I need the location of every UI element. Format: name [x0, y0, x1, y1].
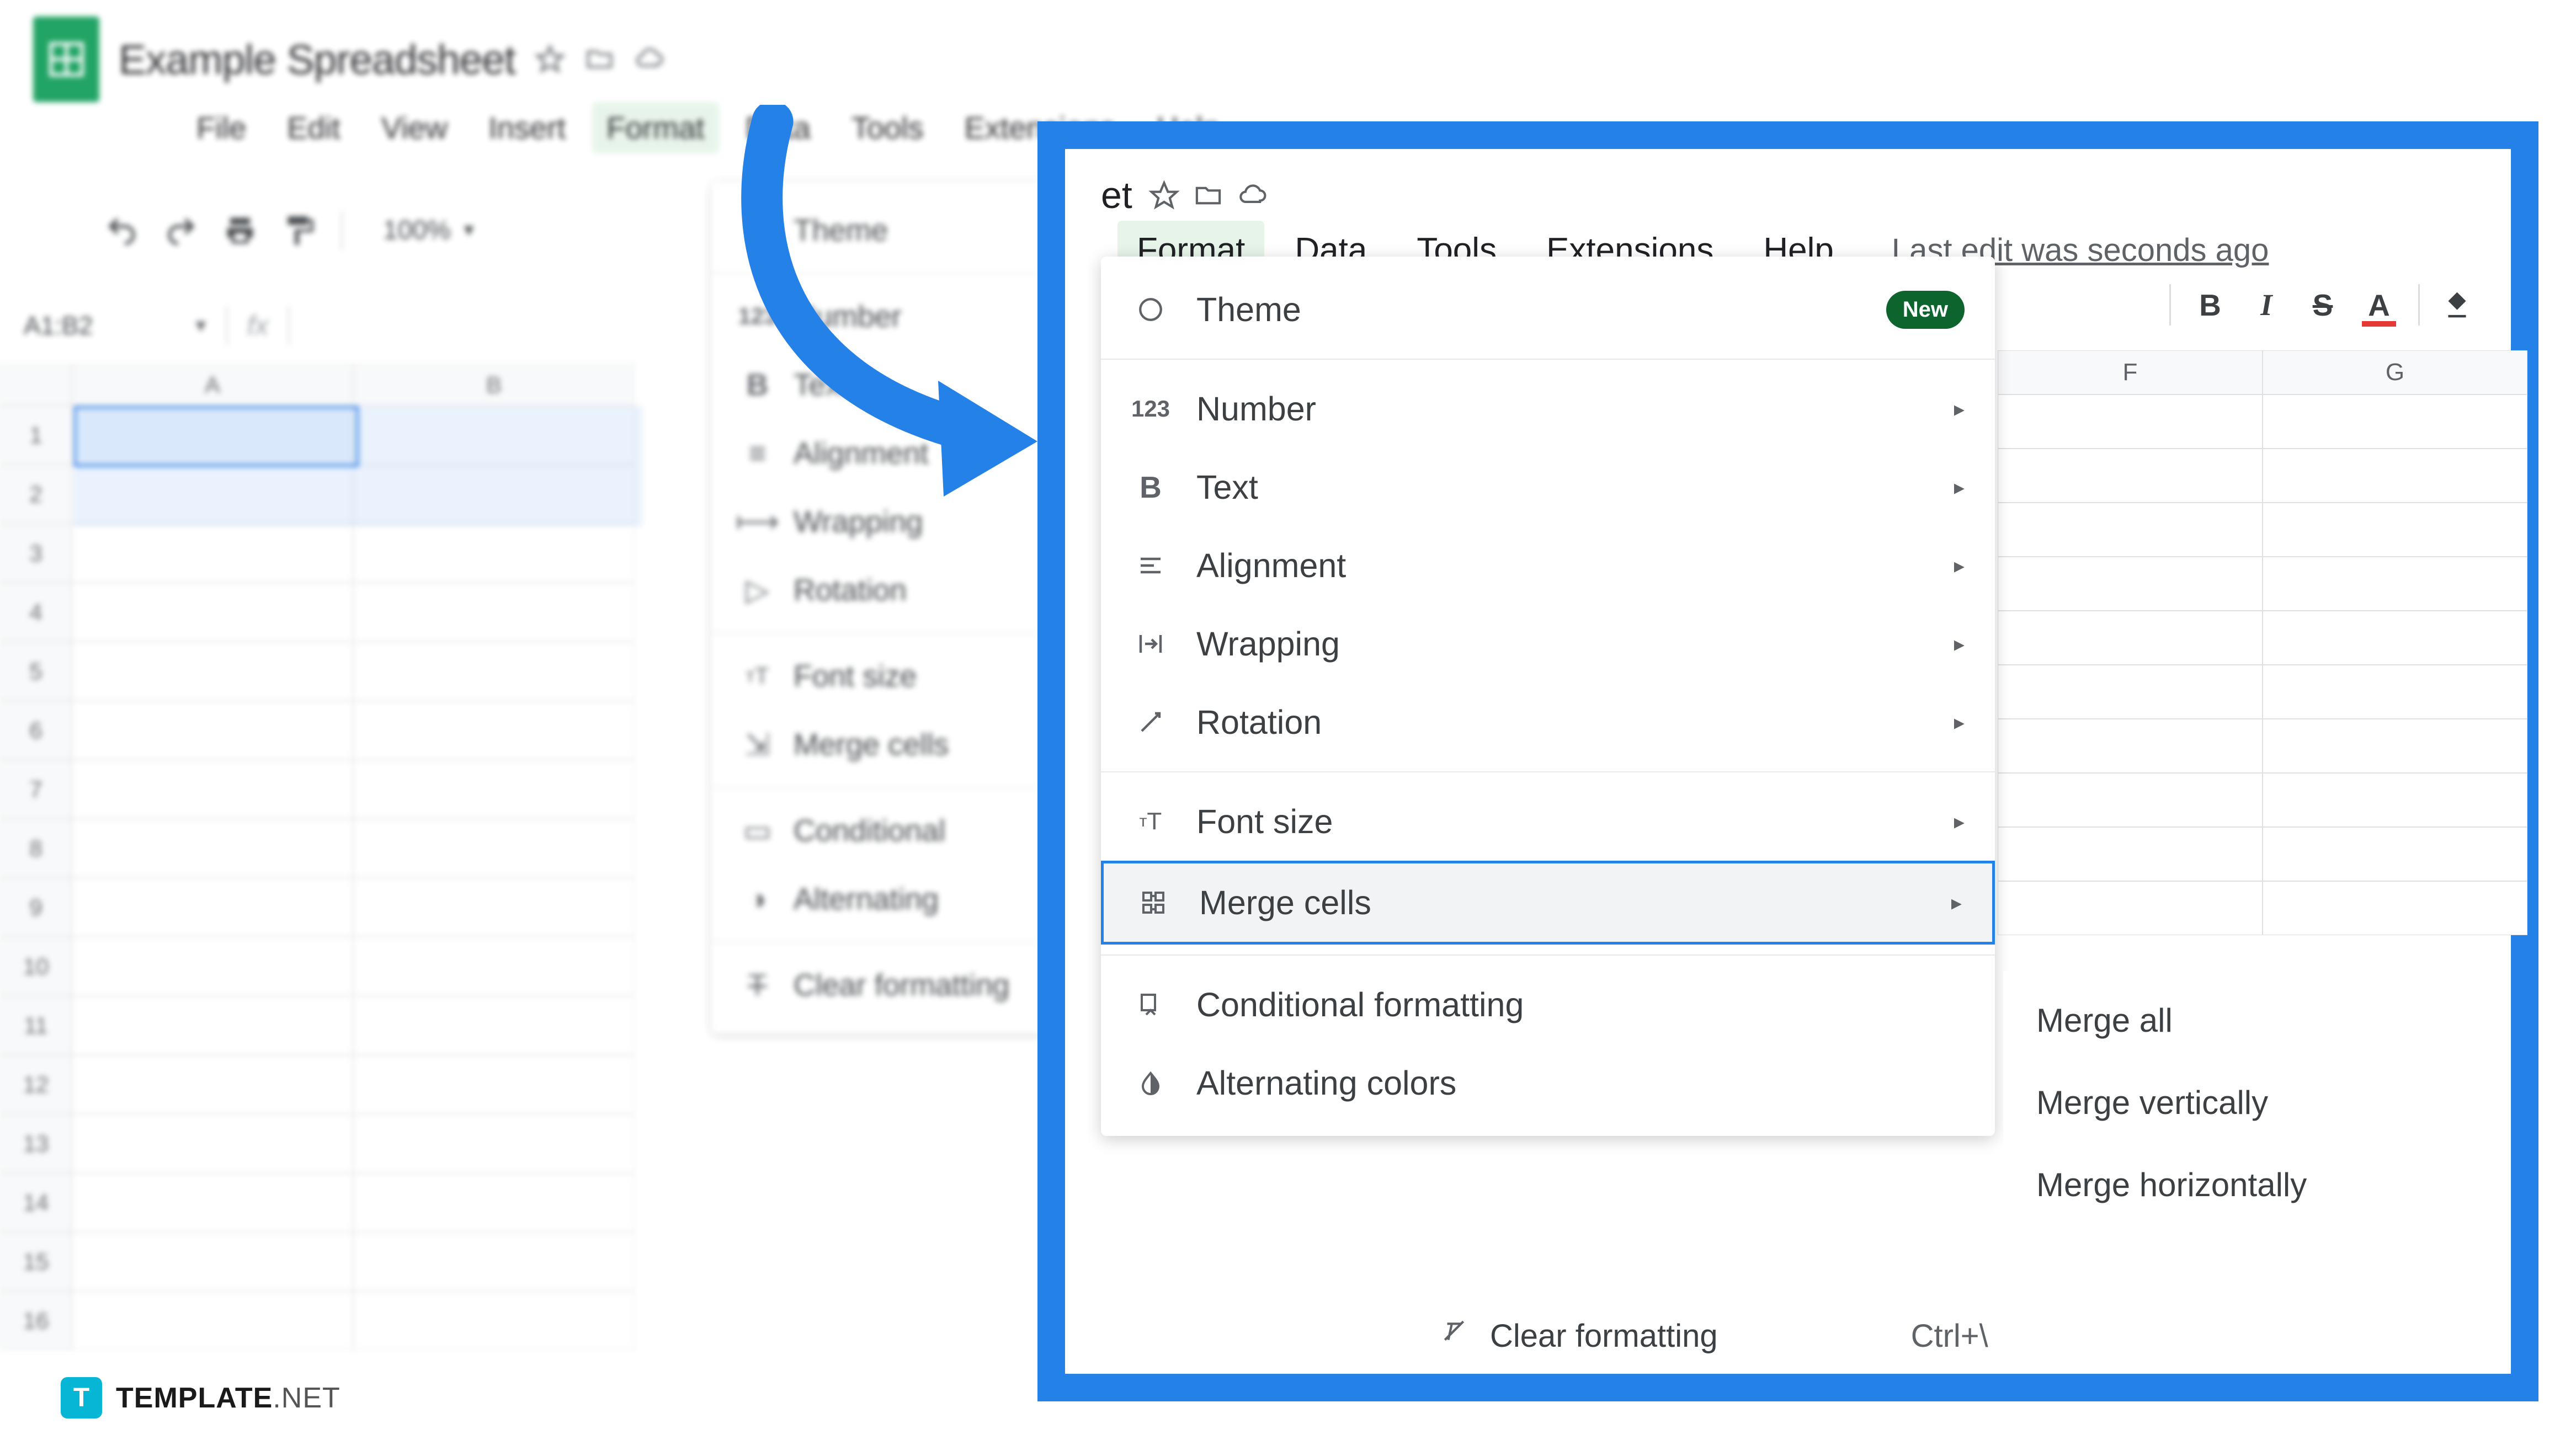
shortcut-label: Ctrl+\	[1911, 1318, 1988, 1354]
menu-fontsize[interactable]: тTFont size▸	[1101, 782, 1995, 861]
menu-data[interactable]: Data	[731, 102, 825, 153]
fill-color-icon[interactable]	[2442, 290, 2472, 320]
row-header[interactable]: 2	[0, 465, 72, 524]
cloud-status-icon[interactable]	[1237, 180, 1268, 211]
format-dropdown: ThemeNew 123Number▸ BText▸ Alignment▸ Wr…	[1101, 257, 1995, 1136]
menu-clear-formatting[interactable]: Clear formatting	[1490, 1318, 1718, 1354]
merge-submenu: Merge all Merge vertically Merge horizon…	[2003, 971, 2511, 1234]
menu-insert[interactable]: Insert	[474, 102, 580, 153]
menu-merge-cells[interactable]: Merge cells▸	[1101, 861, 1995, 945]
row-header[interactable]: 10	[0, 937, 72, 996]
spreadsheet-grid[interactable]: A B 1 2 3 4 5 6 7 8 9 10 11 12 13 14 15 …	[0, 364, 635, 1350]
print-icon[interactable]	[223, 214, 257, 248]
format-menu-bg: ◐Theme 123Number BText ≡Alignment ⟼Wrapp…	[712, 182, 1062, 1033]
row-header[interactable]: 5	[0, 642, 72, 701]
menu-text[interactable]: BText▸	[1101, 448, 1995, 526]
menu-conditional-formatting[interactable]: Conditional formatting	[1101, 966, 1995, 1044]
chevron-right-icon: ▸	[1954, 809, 1965, 834]
column-header[interactable]: F	[1998, 350, 2263, 394]
merge-vertically[interactable]: Merge vertically	[2003, 1062, 2511, 1144]
move-to-folder-icon[interactable]	[1193, 180, 1223, 211]
move-to-folder-icon[interactable]	[584, 44, 615, 74]
undo-icon[interactable]	[105, 214, 139, 248]
title-fragment: et	[1101, 174, 1132, 217]
star-icon[interactable]	[535, 44, 565, 74]
document-title[interactable]: Example Spreadsheet	[119, 36, 515, 83]
row-header[interactable]: 6	[0, 701, 72, 760]
alignment-icon	[1131, 552, 1170, 579]
menu-wrapping[interactable]: Wrapping▸	[1101, 605, 1995, 683]
name-box[interactable]: A1:B2	[10, 301, 192, 350]
namebox-dropdown-icon[interactable]: ▼	[192, 316, 210, 336]
theme-icon	[1131, 296, 1170, 323]
chevron-right-icon: ▸	[1954, 553, 1965, 578]
chevron-right-icon: ▸	[1954, 475, 1965, 500]
menu-edit[interactable]: Edit	[273, 102, 355, 153]
row-header[interactable]: 3	[0, 524, 72, 583]
zoom-selector[interactable]: 100%▼	[368, 210, 492, 251]
menu-tools[interactable]: Tools	[837, 102, 938, 153]
fontsize-icon: тT	[1131, 808, 1170, 835]
bold-icon: B	[1131, 470, 1170, 505]
chevron-right-icon: ▸	[1954, 632, 1965, 657]
column-header[interactable]: A	[72, 364, 353, 406]
row-header[interactable]: 16	[0, 1291, 72, 1350]
menu-alignment[interactable]: Alignment▸	[1101, 526, 1995, 605]
number-icon: 123	[1131, 396, 1170, 422]
column-header[interactable]: G	[2263, 350, 2527, 394]
sheets-logo-icon	[33, 17, 99, 102]
menu-alternating-colors[interactable]: Alternating colors	[1101, 1044, 1995, 1122]
row-header[interactable]: 13	[0, 1114, 72, 1173]
merge-horizontally[interactable]: Merge horizontally	[2003, 1144, 2511, 1226]
chevron-right-icon: ▸	[1954, 710, 1965, 735]
row-header[interactable]: 14	[0, 1173, 72, 1232]
italic-button[interactable]: I	[2249, 288, 2284, 322]
alternating-colors-icon	[1131, 1070, 1170, 1096]
watermark: T TEMPLATE.NET	[61, 1377, 340, 1418]
column-header[interactable]: B	[353, 364, 635, 406]
bold-button[interactable]: B	[2193, 288, 2227, 322]
paint-format-icon[interactable]	[282, 214, 316, 248]
row-header[interactable]: 12	[0, 1055, 72, 1114]
row-header[interactable]: 8	[0, 819, 72, 878]
row-header[interactable]: 11	[0, 996, 72, 1055]
row-header[interactable]: 1	[0, 406, 72, 465]
wrapping-icon	[1131, 631, 1170, 657]
merge-all[interactable]: Merge all	[2003, 979, 2511, 1062]
clear-formatting-icon	[1440, 1318, 1468, 1354]
text-color-button[interactable]: A	[2362, 288, 2396, 322]
cloud-status-icon[interactable]	[634, 44, 664, 74]
chevron-right-icon: ▸	[1954, 397, 1965, 422]
new-badge: New	[1886, 291, 1965, 329]
menu-format[interactable]: Format	[592, 102, 718, 153]
strikethrough-button[interactable]: S	[2306, 288, 2340, 322]
row-header[interactable]: 4	[0, 583, 72, 642]
row-header[interactable]: 15	[0, 1232, 72, 1291]
row-header[interactable]: 7	[0, 760, 72, 819]
star-icon[interactable]	[1149, 180, 1179, 211]
menu-view[interactable]: View	[367, 102, 462, 153]
menu-file[interactable]: File	[182, 102, 260, 153]
select-all-corner[interactable]	[0, 364, 72, 406]
watermark-icon: T	[61, 1377, 102, 1418]
row-header[interactable]: 9	[0, 878, 72, 937]
conditional-formatting-icon	[1131, 991, 1170, 1018]
redo-icon[interactable]	[164, 214, 198, 248]
menu-theme[interactable]: ThemeNew	[1101, 270, 1995, 349]
chevron-right-icon: ▸	[1951, 890, 1962, 915]
menu-rotation[interactable]: Rotation▸	[1101, 683, 1995, 761]
rotation-icon	[1131, 709, 1170, 735]
merge-cells-icon	[1134, 889, 1173, 916]
fx-label: fx	[228, 310, 288, 342]
menu-number[interactable]: 123Number▸	[1101, 370, 1995, 448]
detail-panel: et Format Data Tools Extensions Help Las…	[1037, 121, 2538, 1401]
